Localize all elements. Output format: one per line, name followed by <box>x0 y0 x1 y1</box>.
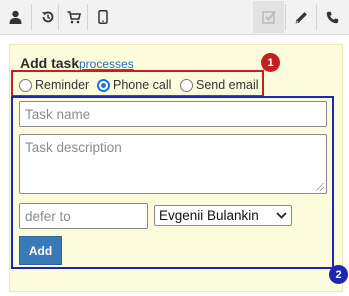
annotation-badge-1: 1 <box>261 53 280 72</box>
task-name-input[interactable]: Task name <box>19 101 327 127</box>
assignee-select[interactable]: Evgenii Bulankin <box>154 205 292 226</box>
task-name-placeholder: Task name <box>25 106 91 122</box>
defer-placeholder: defer to <box>25 208 71 224</box>
defer-to-input[interactable]: defer to <box>19 203 148 229</box>
radio-reminder[interactable]: Reminder <box>19 78 89 92</box>
toolbar <box>0 0 349 35</box>
chevron-down-icon <box>276 212 287 219</box>
task-type-radio-group: Reminder Phone call Send email <box>11 70 264 97</box>
pencil-icon[interactable] <box>286 1 317 33</box>
task-description-textarea[interactable]: Task description <box>19 134 327 194</box>
radio-phone-call-label[interactable]: Phone call <box>113 78 171 92</box>
add-button[interactable]: Add <box>19 236 62 265</box>
radio-button[interactable] <box>19 78 32 92</box>
radio-reminder-label[interactable]: Reminder <box>35 78 89 92</box>
radio-button-checked[interactable] <box>97 78 110 92</box>
assignee-selected-value: Evgenii Bulankin <box>159 208 259 223</box>
radio-send-email[interactable]: Send email <box>180 78 259 92</box>
radio-phone-call[interactable]: Phone call <box>97 78 171 92</box>
checkbox-icon[interactable] <box>253 1 284 33</box>
tablet-icon[interactable] <box>87 1 118 33</box>
radio-button[interactable] <box>180 78 193 92</box>
annotation-badge-2: 2 <box>329 265 348 284</box>
panel-title: Add task <box>20 55 80 71</box>
user-icon[interactable] <box>0 1 31 33</box>
cart-icon[interactable] <box>58 1 89 33</box>
task-description-placeholder: Task description <box>25 140 122 155</box>
processes-link[interactable]: processes <box>79 57 134 71</box>
radio-send-email-label[interactable]: Send email <box>196 78 259 92</box>
phone-icon[interactable] <box>317 1 348 33</box>
resize-handle-icon[interactable] <box>316 183 324 191</box>
